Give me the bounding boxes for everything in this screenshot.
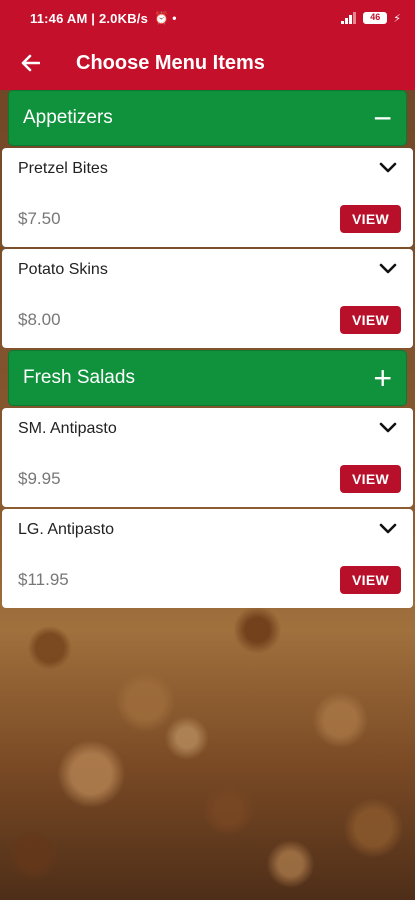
chevron-down-icon[interactable] bbox=[379, 420, 397, 434]
chevron-down-icon[interactable] bbox=[379, 160, 397, 174]
menu-item[interactable]: Pretzel Bites $7.50 VIEW bbox=[2, 148, 413, 247]
page-title: Choose Menu Items bbox=[76, 51, 265, 74]
category-title: Fresh Salads bbox=[23, 367, 135, 388]
menu-item[interactable]: Potato Skins $8.00 VIEW bbox=[2, 249, 413, 348]
menu-item-name: SM. Antipasto bbox=[18, 420, 117, 437]
menu-item-price: $9.95 bbox=[18, 469, 61, 488]
category-title: Appetizers bbox=[23, 107, 113, 128]
battery-icon: 46 bbox=[363, 12, 388, 24]
menu-list: Appetizers − Pretzel Bites $7.50 VIEW Po… bbox=[0, 90, 415, 608]
menu-item-price: $11.95 bbox=[18, 570, 69, 589]
menu-item-name: Pretzel Bites bbox=[18, 160, 108, 177]
menu-item-name: Potato Skins bbox=[18, 261, 108, 278]
category-header-fresh-salads[interactable]: Fresh Salads + bbox=[8, 350, 407, 406]
back-arrow-icon bbox=[21, 54, 40, 72]
view-button[interactable]: VIEW bbox=[340, 566, 401, 594]
expand-icon[interactable]: + bbox=[373, 362, 392, 394]
menu-item-price: $8.00 bbox=[18, 310, 61, 329]
menu-item-name: LG. Antipasto bbox=[18, 521, 115, 538]
menu-item-price: $7.50 bbox=[18, 209, 61, 228]
view-button[interactable]: VIEW bbox=[340, 465, 401, 493]
view-button[interactable]: VIEW bbox=[340, 306, 401, 334]
alarm-icon: ⏰ • bbox=[154, 11, 177, 25]
status-time: 11:46 AM | 2.0KB/s bbox=[30, 10, 149, 26]
view-button[interactable]: VIEW bbox=[340, 205, 401, 233]
category-header-appetizers[interactable]: Appetizers − bbox=[8, 90, 407, 146]
menu-item[interactable]: LG. Antipasto $11.95 VIEW bbox=[2, 509, 413, 608]
chevron-down-icon[interactable] bbox=[379, 261, 397, 275]
charging-icon: ⚡ bbox=[393, 12, 401, 25]
back-button[interactable] bbox=[0, 36, 60, 90]
collapse-icon[interactable]: − bbox=[373, 102, 392, 134]
app-bar: Choose Menu Items bbox=[0, 36, 415, 90]
menu-item[interactable]: SM. Antipasto $9.95 VIEW bbox=[2, 408, 413, 507]
chevron-down-icon[interactable] bbox=[379, 521, 397, 535]
signal-icon bbox=[341, 12, 357, 24]
status-bar: 11:46 AM | 2.0KB/s ⏰ • 46 ⚡ bbox=[0, 0, 415, 36]
